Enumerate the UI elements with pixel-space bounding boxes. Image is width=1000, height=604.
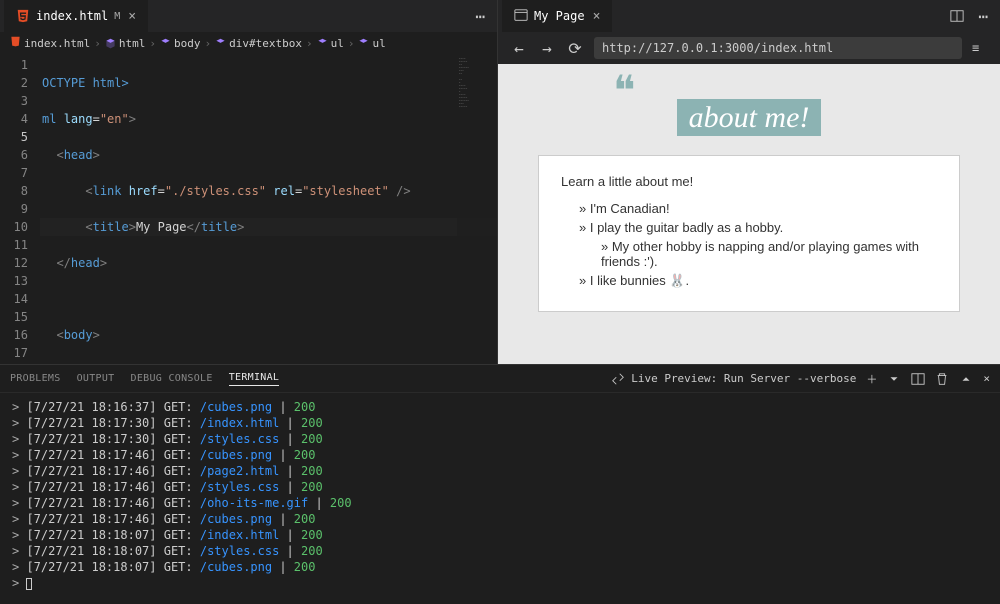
tools-icon: [611, 372, 625, 386]
symbol-icon: [160, 38, 171, 49]
log-row: > [7/27/21 18:17:46] GET: /cubes.png | 2…: [12, 447, 988, 463]
breadcrumb-item[interactable]: div#textbox: [215, 37, 302, 50]
file-modified-indicator: M: [114, 11, 120, 22]
forward-button[interactable]: →: [538, 39, 556, 57]
maximize-icon[interactable]: [959, 372, 973, 386]
breadcrumb: index.html › html › body › div#textbox ›…: [0, 32, 497, 54]
tab-debug-console[interactable]: DEBUG CONSOLE: [131, 373, 213, 384]
log-row: > [7/27/21 18:16:37] GET: /cubes.png | 2…: [12, 399, 988, 415]
split-editor-icon[interactable]: [950, 9, 964, 23]
symbol-icon: [317, 38, 328, 49]
menu-icon[interactable]: ≡: [972, 41, 988, 55]
code-content[interactable]: OCTYPE html> ml lang="en"> <head> <link …: [40, 54, 497, 364]
breadcrumb-item[interactable]: index.html: [10, 36, 90, 50]
terminal-prompt[interactable]: >: [12, 575, 988, 591]
textbox: Learn a little about me! I'm Canadian! I…: [538, 155, 960, 312]
chevron-down-icon[interactable]: [887, 372, 901, 386]
log-row: > [7/27/21 18:17:46] GET: /page2.html | …: [12, 463, 988, 479]
html-file-icon: [16, 9, 30, 23]
symbol-icon: [358, 38, 369, 49]
close-icon[interactable]: ×: [593, 9, 601, 24]
log-row: > [7/27/21 18:18:07] GET: /styles.css | …: [12, 543, 988, 559]
more-actions-icon[interactable]: ⋯: [970, 7, 996, 26]
symbol-icon: [215, 38, 226, 49]
log-row: > [7/27/21 18:17:46] GET: /oho-its-me.gi…: [12, 495, 988, 511]
log-row: > [7/27/21 18:18:07] GET: /cubes.png | 2…: [12, 559, 988, 575]
log-row: > [7/27/21 18:17:46] GET: /cubes.png | 2…: [12, 511, 988, 527]
log-row: > [7/27/21 18:17:30] GET: /index.html | …: [12, 415, 988, 431]
reload-button[interactable]: ⟳: [566, 39, 584, 57]
split-terminal-icon[interactable]: [911, 372, 925, 386]
editor-tab-bar: index.html M × ⋯: [0, 0, 497, 32]
log-row: > [7/27/21 18:17:46] GET: /styles.css | …: [12, 479, 988, 495]
more-actions-icon[interactable]: ⋯: [467, 7, 493, 26]
breadcrumb-item[interactable]: ul: [358, 37, 385, 50]
breadcrumb-item[interactable]: html: [105, 37, 146, 50]
list-item: My other hobby is napping and/or playing…: [601, 239, 937, 269]
minimap[interactable]: ▬▬▬▬▬▬▬▬▬▬▬▬▬▬▬▬▬▬▬▬▬▬▬▬▬▬▬▬▬▬▬▬▬▬▬▬▬▬▬▬…: [457, 54, 497, 364]
task-label[interactable]: Live Preview: Run Server --verbose: [611, 372, 857, 386]
tab-problems[interactable]: PROBLEMS: [10, 373, 61, 384]
back-button[interactable]: ←: [510, 39, 528, 57]
editor-pane: index.html M × ⋯ index.html › html › bod…: [0, 0, 498, 364]
terminal-panel: PROBLEMS OUTPUT DEBUG CONSOLE TERMINAL L…: [0, 364, 1000, 604]
new-terminal-button[interactable]: ＋: [866, 371, 877, 387]
log-row: > [7/27/21 18:18:07] GET: /index.html | …: [12, 527, 988, 543]
page-hero: ❝ about me!: [538, 84, 960, 135]
close-icon[interactable]: ×: [128, 9, 136, 24]
breadcrumb-item[interactable]: ul: [317, 37, 344, 50]
preview-tab[interactable]: My Page ×: [502, 0, 612, 32]
terminal-output[interactable]: > [7/27/21 18:16:37] GET: /cubes.png | 2…: [0, 393, 1000, 604]
code-editor[interactable]: 1234567891011121314151617 OCTYPE html> m…: [0, 54, 497, 364]
browser-icon: [514, 8, 528, 25]
line-numbers: 1234567891011121314151617: [0, 54, 40, 364]
file-tab-name: index.html: [36, 9, 108, 23]
terminal-actions: Live Preview: Run Server --verbose ＋ ×: [611, 371, 990, 387]
panel-tabs: PROBLEMS OUTPUT DEBUG CONSOLE TERMINAL L…: [0, 365, 1000, 393]
breadcrumb-item[interactable]: body: [160, 37, 201, 50]
list-item: I play the guitar badly as a hobby. My o…: [579, 220, 937, 269]
about-list: I'm Canadian! I play the guitar badly as…: [579, 201, 937, 289]
trash-icon[interactable]: [935, 372, 949, 386]
symbol-icon: [105, 38, 116, 49]
tab-terminal[interactable]: TERMINAL: [229, 372, 280, 386]
log-row: > [7/27/21 18:17:30] GET: /styles.css | …: [12, 431, 988, 447]
tab-output[interactable]: OUTPUT: [77, 373, 115, 384]
preview-tab-bar: My Page × ⋯: [498, 0, 1000, 32]
file-tab[interactable]: index.html M ×: [4, 0, 148, 32]
list-item: I'm Canadian!: [579, 201, 937, 216]
intro-text: Learn a little about me!: [561, 174, 937, 189]
html-file-icon: [10, 36, 21, 50]
browser-toolbar: ← → ⟳ ≡: [498, 32, 1000, 64]
page-title: about me!: [677, 99, 822, 136]
list-item: I like bunnies 🐰.: [579, 273, 937, 289]
rendered-page: ❝ about me! Learn a little about me! I'm…: [498, 64, 1000, 364]
url-input[interactable]: [594, 37, 962, 59]
preview-tab-title: My Page: [534, 9, 585, 23]
preview-pane: My Page × ⋯ ← → ⟳ ≡ ❝ about me! Learn a …: [498, 0, 1000, 364]
close-panel-icon[interactable]: ×: [983, 372, 990, 385]
